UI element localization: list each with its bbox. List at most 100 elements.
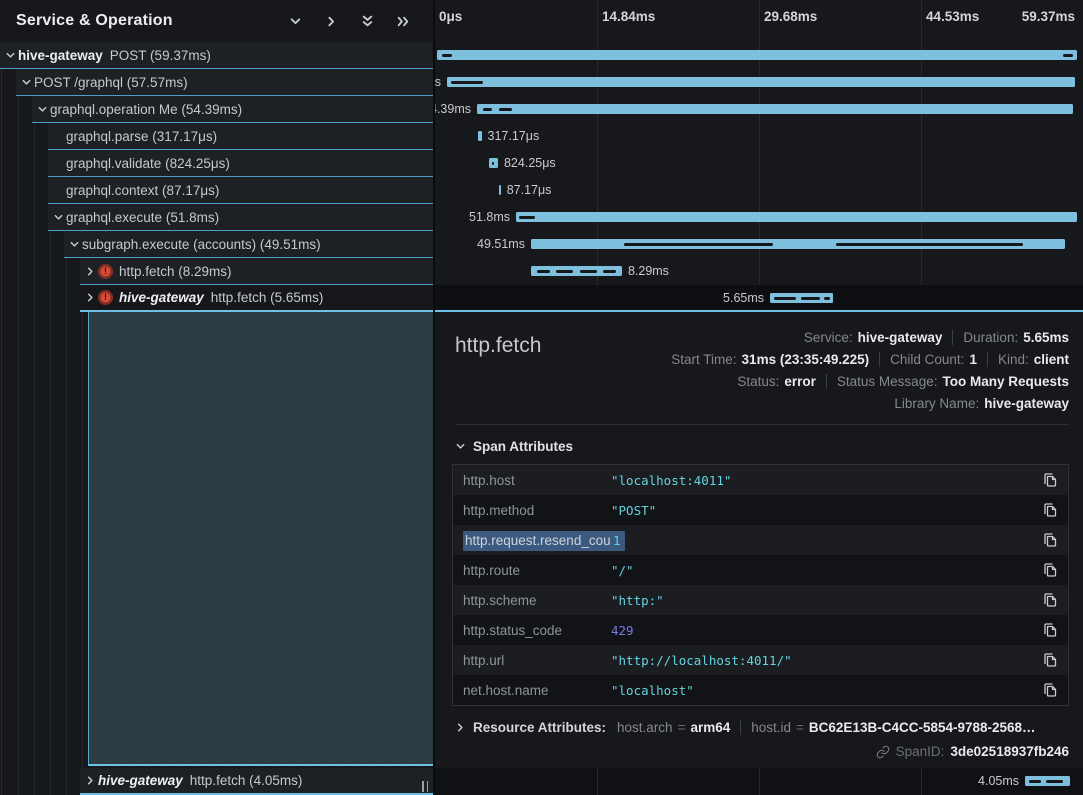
copy-icon[interactable] <box>1042 472 1058 488</box>
timeline-row[interactable]: 49.51ms <box>435 231 1083 258</box>
meta-label: Status: <box>737 374 779 389</box>
timeline-row[interactable]: 51.8ms <box>435 204 1083 231</box>
attribute-row: http.url"http://localhost:4011/" <box>453 645 1068 675</box>
meta-separator <box>952 330 953 345</box>
span-bar[interactable] <box>516 212 1077 222</box>
child-span-marker <box>499 108 512 111</box>
tree-row[interactable]: subgraph.execute (accounts) (49.51ms) <box>0 231 433 258</box>
tree-row[interactable]: graphql.validate (824.25μs) <box>0 150 433 177</box>
resource-value: BC62E13B-C4CC-5854-9788-2568… <box>809 720 1036 735</box>
copy-icon[interactable] <box>1042 532 1058 548</box>
meta-label: Service: <box>804 330 853 345</box>
axis-tick: 29.68ms <box>764 9 817 24</box>
attribute-key: http.request.resend_count <box>463 533 611 548</box>
span-bar[interactable] <box>447 77 1075 87</box>
tree-row[interactable]: !hive-gatewayhttp.fetch (5.65ms) <box>0 285 433 312</box>
meta-label: Status Message: <box>837 374 938 389</box>
tree-row[interactable]: graphql.parse (317.17μs) <box>0 123 433 150</box>
span-bar[interactable] <box>437 50 1077 60</box>
child-span-marker <box>483 108 492 111</box>
axis-tick: 0μs <box>439 9 462 24</box>
chevron-down-icon[interactable] <box>52 211 64 223</box>
tree-row-label: hive-gatewayhttp.fetch (4.05ms) <box>98 773 302 788</box>
attribute-row: http.route"/" <box>453 555 1068 585</box>
chevron-right-icon <box>455 722 466 733</box>
chevron-down-icon[interactable] <box>68 238 80 250</box>
chevron-spacer <box>52 184 64 196</box>
child-span-marker <box>556 270 573 273</box>
meta-label: Start Time: <box>671 352 736 367</box>
double-chevron-right-icon[interactable] <box>395 13 411 29</box>
span-attributes-header[interactable]: Span Attributes <box>455 439 1069 454</box>
timeline-row[interactable]: 8.29ms <box>435 258 1083 285</box>
copy-icon[interactable] <box>1042 562 1058 578</box>
copy-icon[interactable] <box>1042 502 1058 518</box>
timeline-row[interactable]: 87.17μs <box>435 177 1083 204</box>
span-bar[interactable] <box>499 185 501 195</box>
span-detail-panel: http.fetch Service:hive-gatewayDuration:… <box>435 312 1083 768</box>
meta-label: Library Name: <box>894 396 979 411</box>
meta-label: Duration: <box>963 330 1018 345</box>
tree-row[interactable]: !http.fetch (8.29ms) <box>0 258 433 285</box>
tree-row-label: graphql.validate (824.25μs) <box>66 156 230 171</box>
resource-separator <box>740 720 741 735</box>
chevron-down-icon[interactable] <box>287 13 303 29</box>
timeline-row[interactable]: 5.65ms <box>435 285 1083 312</box>
attribute-value: "/" <box>611 563 1042 578</box>
tree-row[interactable]: graphql.operation Me (54.39ms) <box>0 96 433 123</box>
child-span-marker <box>442 54 452 57</box>
copy-icon[interactable] <box>1042 622 1058 638</box>
link-icon[interactable] <box>876 745 890 759</box>
tree-header-icons <box>287 13 425 29</box>
span-bar[interactable] <box>478 131 481 141</box>
tree-header: Service & Operation <box>0 0 433 42</box>
chevron-right-icon[interactable] <box>84 292 96 304</box>
timeline-row[interactable]: 57.57ms <box>435 69 1083 96</box>
span-title: http.fetch <box>455 326 541 358</box>
copy-icon[interactable] <box>1042 682 1058 698</box>
span-id-label: SpanID: <box>896 744 945 759</box>
tree-row-label: hive-gatewayhttp.fetch (5.65ms) <box>119 290 323 305</box>
chevron-right-icon[interactable] <box>84 775 96 787</box>
chevron-down-icon[interactable] <box>36 103 48 115</box>
selected-span-expand-area <box>88 312 433 766</box>
panel-divider[interactable] <box>433 0 435 795</box>
copy-icon[interactable] <box>1042 592 1058 608</box>
double-chevron-down-icon[interactable] <box>359 13 375 29</box>
gridline <box>597 768 598 795</box>
timeline-row[interactable] <box>435 42 1083 69</box>
axis-tick: 59.37ms <box>1022 9 1075 24</box>
resource-attributes-row[interactable]: Resource Attributes: host.arch=arm64host… <box>455 720 1069 735</box>
child-span-marker <box>801 297 820 300</box>
timeline-axis: 0μs 14.84ms 29.68ms 44.53ms 59.37ms <box>435 0 1083 42</box>
chevron-right-icon[interactable] <box>323 13 339 29</box>
attribute-key: http.route <box>463 563 611 578</box>
span-detail-header: http.fetch Service:hive-gatewayDuration:… <box>455 326 1069 414</box>
span-meta-line: Library Name:hive-gateway <box>671 392 1069 414</box>
timeline-row[interactable]: 317.17μs <box>435 123 1083 150</box>
chevron-right-icon[interactable] <box>84 265 96 277</box>
resource-key: host.arch <box>617 720 673 735</box>
chevron-down-icon <box>455 441 466 452</box>
child-span-marker <box>1046 780 1063 783</box>
panel-resize-handle[interactable] <box>422 781 428 792</box>
span-duration-label: 87.17μs <box>507 183 552 197</box>
child-span-marker <box>836 243 1023 246</box>
axis-tick: 44.53ms <box>926 9 979 24</box>
attribute-key: http.method <box>463 503 611 518</box>
tree-row[interactable]: graphql.execute (51.8ms) <box>0 204 433 231</box>
meta-label: Kind: <box>998 352 1029 367</box>
tree-row[interactable]: graphql.context (87.17μs) <box>0 177 433 204</box>
chevron-down-icon[interactable] <box>20 76 32 88</box>
span-attributes-table: http.host"localhost:4011"http.method"POS… <box>452 464 1069 706</box>
span-duration-label: 57.57ms <box>435 75 441 89</box>
span-bar[interactable] <box>477 104 1073 114</box>
tree-row[interactable]: hive-gatewayPOST (59.37ms) <box>0 42 433 69</box>
attribute-row: http.scheme"http:" <box>453 585 1068 615</box>
tree-row[interactable]: hive-gatewayhttp.fetch (4.05ms) <box>0 768 433 795</box>
timeline-row[interactable]: 54.39ms <box>435 96 1083 123</box>
tree-row[interactable]: POST /graphql (57.57ms) <box>0 69 433 96</box>
chevron-down-icon[interactable] <box>4 49 16 61</box>
copy-icon[interactable] <box>1042 652 1058 668</box>
timeline-row[interactable]: 824.25μs <box>435 150 1083 177</box>
